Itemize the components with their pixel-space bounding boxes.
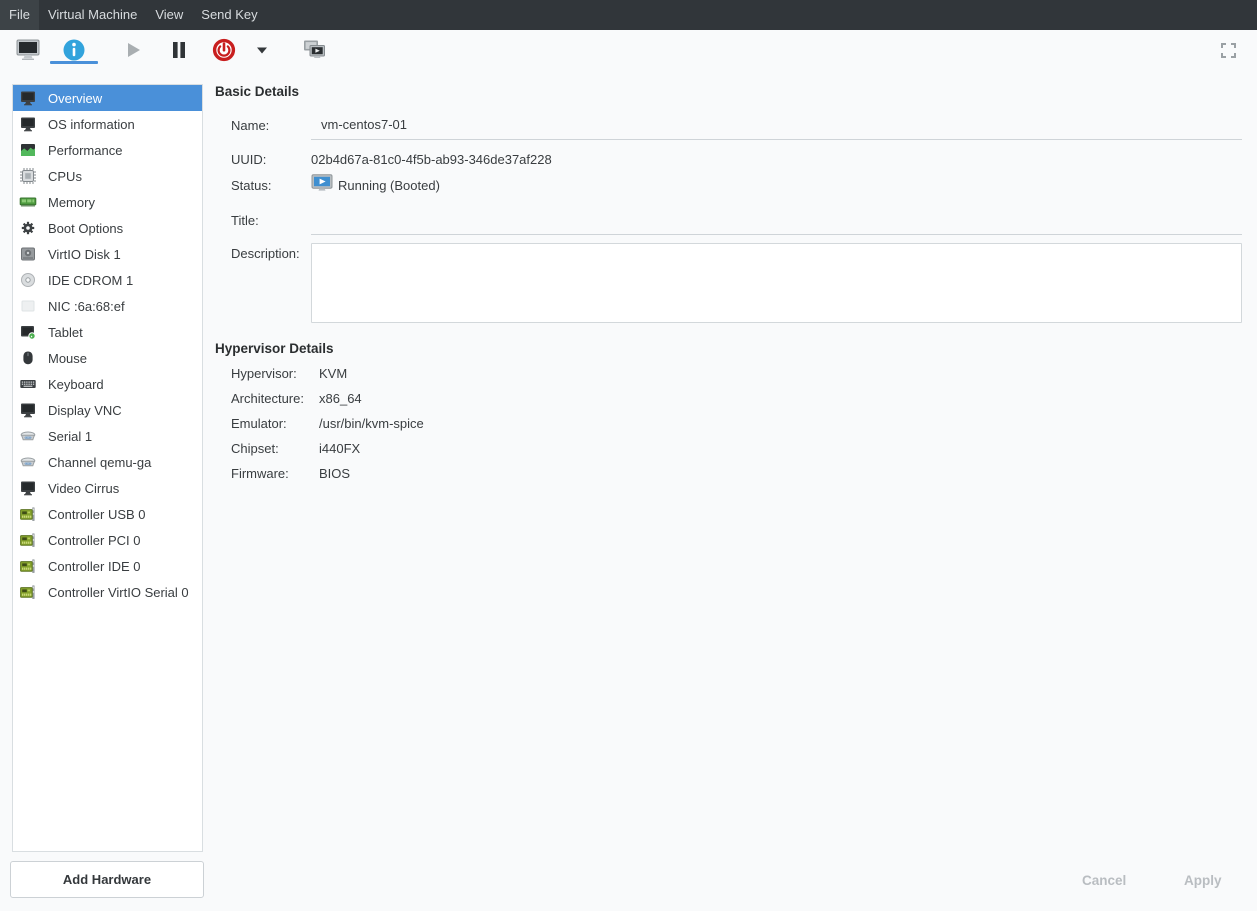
sidebar-item-channel-qemu-ga[interactable]: Channel qemu-ga [13, 449, 202, 475]
shutdown-menu-button[interactable] [252, 30, 272, 70]
show-console-button[interactable] [12, 30, 44, 70]
sidebar-item-performance[interactable]: Performance [13, 137, 202, 163]
sidebar-item-tablet[interactable]: Tablet [13, 319, 202, 345]
description-label: Description: [231, 245, 300, 263]
menu-virtual-machine[interactable]: Virtual Machine [39, 0, 146, 30]
basic-details-title: Basic Details [215, 84, 299, 99]
sidebar-item-controller-ide-0[interactable]: Controller IDE 0 [13, 553, 202, 579]
toolbar [0, 30, 1257, 70]
name-input[interactable] [311, 110, 1242, 140]
cdrom-icon [19, 271, 37, 289]
controller-icon [19, 583, 37, 601]
run-button[interactable] [117, 30, 149, 70]
monitor-icon [19, 479, 37, 497]
tablet-icon [19, 323, 37, 341]
name-label: Name: [231, 117, 269, 135]
description-input[interactable] [311, 243, 1242, 323]
hypervisor-row-value: /usr/bin/kvm-spice [319, 416, 424, 431]
status-label: Status: [231, 177, 271, 195]
controller-icon [19, 557, 37, 575]
mouse-icon [19, 349, 37, 367]
sidebar-item-controller-usb-0[interactable]: Controller USB 0 [13, 501, 202, 527]
sidebar-list: Overview OS information Performance CPUs… [13, 85, 202, 605]
hypervisor-row-label: Firmware: [231, 466, 319, 481]
console-monitor-icon [15, 37, 41, 63]
chevron-down-icon [255, 43, 269, 57]
hypervisor-row-label: Emulator: [231, 416, 319, 431]
shutdown-button[interactable] [208, 30, 240, 70]
sidebar-item-keyboard[interactable]: Keyboard [13, 371, 202, 397]
hypervisor-row: Firmware: BIOS [231, 466, 424, 491]
virtual-consoles-button[interactable] [298, 30, 330, 70]
gear-icon [19, 219, 37, 237]
menu-send-key[interactable]: Send Key [192, 0, 266, 30]
screens-icon [301, 37, 327, 63]
sidebar-item-overview[interactable]: Overview [13, 85, 202, 111]
nic-icon [19, 297, 37, 315]
status-value: Running (Booted) [338, 177, 440, 195]
uuid-label: UUID: [231, 151, 266, 169]
hypervisor-row-value: i440FX [319, 441, 360, 456]
serial-icon [19, 453, 37, 471]
sidebar-item-os-information[interactable]: OS information [13, 111, 202, 137]
menubar-items: FileVirtual MachineViewSend Key [0, 0, 267, 30]
menu-view[interactable]: View [146, 0, 192, 30]
title-input[interactable] [311, 205, 1242, 235]
cancel-button[interactable]: Cancel [1074, 867, 1134, 894]
monitor-icon [19, 401, 37, 419]
fullscreen-icon [1220, 42, 1237, 59]
sidebar-item-nic-6a-68-ef[interactable]: NIC :6a:68:ef [13, 293, 202, 319]
sidebar-item-mouse[interactable]: Mouse [13, 345, 202, 371]
apply-button[interactable]: Apply [1176, 867, 1230, 894]
hypervisor-row-value: KVM [319, 366, 347, 381]
hypervisor-rows: Hypervisor: KVM Architecture: x86_64 Emu… [231, 366, 424, 491]
menubar: FileVirtual MachineViewSend Key [0, 0, 1257, 30]
details-pane: Overview OS information Performance CPUs… [0, 70, 1257, 911]
controller-icon [19, 531, 37, 549]
play-icon [120, 37, 146, 63]
sidebar-item-controller-virtio-serial-0[interactable]: Controller VirtIO Serial 0 [13, 579, 202, 605]
cpu-icon [19, 167, 37, 185]
sidebar-item-video-cirrus[interactable]: Video Cirrus [13, 475, 202, 501]
monitor-icon [19, 89, 37, 107]
sidebar-item-memory[interactable]: Memory [13, 189, 202, 215]
hardware-list: Overview OS information Performance CPUs… [12, 84, 203, 852]
hypervisor-row-label: Architecture: [231, 391, 319, 406]
sidebar-item-virtio-disk-1[interactable]: VirtIO Disk 1 [13, 241, 202, 267]
sidebar-item-boot-options[interactable]: Boot Options [13, 215, 202, 241]
pause-button[interactable] [163, 30, 195, 70]
hypervisor-row: Architecture: x86_64 [231, 391, 424, 416]
serial-icon [19, 427, 37, 445]
disk-icon [19, 245, 37, 263]
monitor-icon [19, 115, 37, 133]
uuid-value: 02b4d67a-81c0-4f5b-ab93-346de37af228 [311, 151, 552, 169]
pause-icon [166, 37, 192, 63]
sidebar-item-serial-1[interactable]: Serial 1 [13, 423, 202, 449]
hypervisor-row-label: Chipset: [231, 441, 319, 456]
toolbar-buttons [0, 30, 330, 70]
hypervisor-row-value: BIOS [319, 466, 350, 481]
hypervisor-details-title: Hypervisor Details [215, 341, 334, 356]
hypervisor-row-label: Hypervisor: [231, 366, 319, 381]
show-details-button[interactable] [58, 30, 90, 70]
sidebar-item-cpus[interactable]: CPUs [13, 163, 202, 189]
controller-icon [19, 505, 37, 523]
status-running-icon [311, 174, 333, 192]
sidebar-item-display-vnc[interactable]: Display VNC [13, 397, 202, 423]
keyboard-icon [19, 375, 37, 393]
info-icon [61, 37, 87, 63]
hypervisor-row: Chipset: i440FX [231, 441, 424, 466]
hypervisor-row-value: x86_64 [319, 391, 362, 406]
sidebar-item-controller-pci-0[interactable]: Controller PCI 0 [13, 527, 202, 553]
memory-icon [19, 193, 37, 211]
fullscreen-button[interactable] [1220, 42, 1237, 59]
hypervisor-row: Emulator: /usr/bin/kvm-spice [231, 416, 424, 441]
performance-icon [19, 141, 37, 159]
power-icon [211, 37, 237, 63]
sidebar-item-ide-cdrom-1[interactable]: IDE CDROM 1 [13, 267, 202, 293]
add-hardware-button[interactable]: Add Hardware [10, 861, 204, 898]
menu-file[interactable]: File [0, 0, 39, 30]
hypervisor-row: Hypervisor: KVM [231, 366, 424, 391]
title-label: Title: [231, 212, 259, 230]
